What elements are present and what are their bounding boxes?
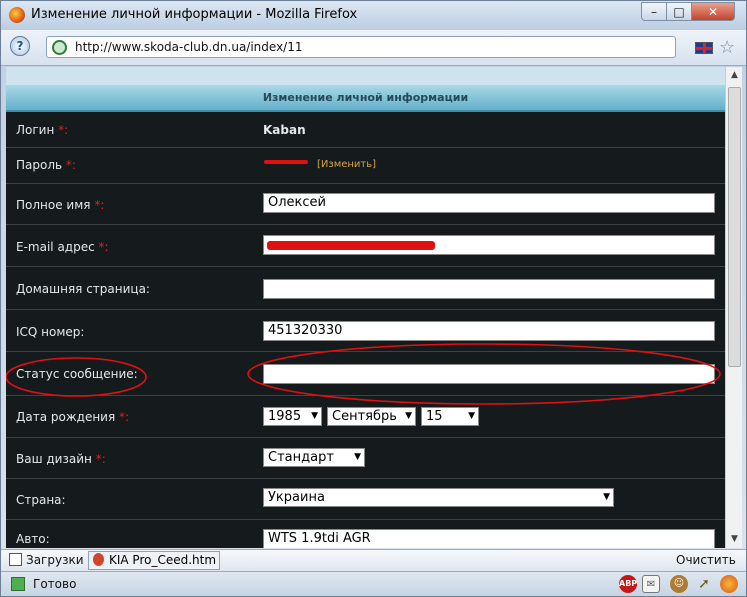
firefox-icon [9, 7, 25, 23]
download-bar: Загрузки KIA Pro_Ceed.htm Очистить [1, 549, 746, 571]
navigation-toolbar: ? http://www.skoda-club.dn.ua/index/11 [1, 30, 746, 66]
country-label: Страна: [16, 493, 66, 507]
status-input[interactable] [263, 364, 715, 384]
row-fullname: Полное имя *: Олексей [6, 184, 725, 225]
scroll-down-icon[interactable]: ▼ [726, 531, 743, 548]
fullname-input[interactable]: Олексей [263, 193, 715, 213]
dropdown-arrow-icon: ▼ [311, 411, 318, 421]
help-button[interactable]: ? [10, 36, 30, 56]
cursor-icon[interactable]: ➚ [695, 575, 713, 593]
required-mark: *: [94, 198, 105, 212]
top-strip [6, 67, 725, 85]
birth-day-select[interactable]: 15 ▼ [421, 407, 479, 426]
url-bar[interactable]: http://www.skoda-club.dn.ua/index/11 [46, 36, 676, 58]
downloads-button[interactable]: Загрузки [9, 553, 84, 567]
row-password: Пароль *: [Изменить] [6, 148, 725, 184]
change-password-link[interactable]: [Изменить] [317, 159, 376, 170]
dropdown-arrow-icon: ▼ [468, 411, 475, 421]
clear-downloads-button[interactable]: Очистить [676, 553, 736, 567]
page-status-icon [11, 577, 25, 591]
browser-window: Изменение личной информации - Mozilla Fi… [0, 0, 747, 597]
close-button[interactable]: ✕ [691, 2, 735, 21]
url-text[interactable]: http://www.skoda-club.dn.ua/index/11 [75, 40, 302, 54]
login-label: Логин *: [16, 123, 69, 137]
status-label: Статус сообщение: [16, 367, 138, 381]
required-mark: *: [119, 410, 130, 424]
icq-input[interactable]: 451320330 [263, 321, 715, 341]
adblock-icon[interactable]: ABP [619, 575, 637, 593]
birth-year-select[interactable]: 1985 ▼ [263, 407, 322, 426]
row-birthdate: Дата рождения *: 1985 ▼ Сентябрь ▼ 15 ▼ [6, 396, 725, 438]
dropdown-arrow-icon: ▼ [603, 492, 610, 502]
password-label: Пароль *: [16, 158, 76, 172]
birth-month-select[interactable]: Сентябрь ▼ [327, 407, 416, 426]
title-bar: Изменение личной информации - Mozilla Fi… [1, 1, 746, 30]
status-text: Готово [33, 577, 77, 591]
scroll-up-icon[interactable]: ▲ [726, 67, 743, 84]
dropdown-arrow-icon: ▼ [405, 411, 412, 421]
row-car: Авто: WTS 1.9tdi AGR [6, 520, 725, 548]
email-redaction [267, 241, 435, 250]
bookmark-star-icon[interactable]: ☆ [719, 37, 735, 58]
required-mark: *: [65, 158, 76, 172]
file-icon [93, 553, 104, 566]
row-status: Статус сообщение: [6, 352, 725, 396]
row-icq: ICQ номер: 451320330 [6, 310, 725, 352]
form-header: Изменение личной информации [6, 85, 725, 112]
firefox-status-icon[interactable] [720, 575, 738, 593]
dropdown-arrow-icon: ▼ [354, 452, 361, 462]
row-email: E-mail адрес *: [6, 225, 725, 267]
row-login: Логин *: Kaban [6, 114, 725, 148]
mail-icon[interactable]: ✉ [642, 575, 660, 593]
downloads-icon [9, 553, 22, 566]
icq-label: ICQ номер: [16, 325, 85, 339]
email-label: E-mail адрес *: [16, 240, 109, 254]
page-content: Изменение личной информации Логин *: Kab… [6, 67, 725, 548]
maximize-button[interactable]: □ [666, 2, 692, 21]
login-value: Kaban [263, 123, 306, 137]
birthdate-label: Дата рождения *: [16, 410, 130, 424]
vertical-scrollbar[interactable]: ▲ ▼ [725, 67, 742, 548]
minimize-button[interactable]: – [641, 2, 667, 21]
status-bar: Готово ABP ✉ ☺ ➚ [1, 571, 746, 596]
required-mark: *: [98, 240, 109, 254]
site-icon [52, 40, 67, 55]
design-select[interactable]: Стандарт ▼ [263, 448, 365, 467]
row-homepage: Домашняя страница: [6, 267, 725, 310]
country-select[interactable]: Украина ▼ [263, 488, 614, 507]
row-design: Ваш дизайн *: Стандарт ▼ [6, 438, 725, 479]
download-item[interactable]: KIA Pro_Ceed.htm [88, 551, 220, 570]
row-country: Страна: Украина ▼ [6, 479, 725, 520]
design-label: Ваш дизайн *: [16, 452, 106, 466]
greasemonkey-icon[interactable]: ☺ [670, 575, 688, 593]
car-label: Авто: [16, 532, 50, 546]
fullname-label: Полное имя *: [16, 198, 105, 212]
homepage-label: Домашняя страница: [16, 282, 150, 296]
car-input[interactable]: WTS 1.9tdi AGR [263, 529, 715, 548]
email-input[interactable] [263, 235, 715, 255]
window-title: Изменение личной информации - Mozilla Fi… [31, 7, 358, 22]
uk-flag-icon[interactable] [695, 42, 713, 54]
scroll-thumb[interactable] [728, 87, 741, 367]
homepage-input[interactable] [263, 279, 715, 299]
form-title: Изменение личной информации [262, 91, 469, 104]
password-redaction [264, 160, 308, 164]
required-mark: *: [95, 452, 106, 466]
required-mark: *: [58, 123, 69, 137]
